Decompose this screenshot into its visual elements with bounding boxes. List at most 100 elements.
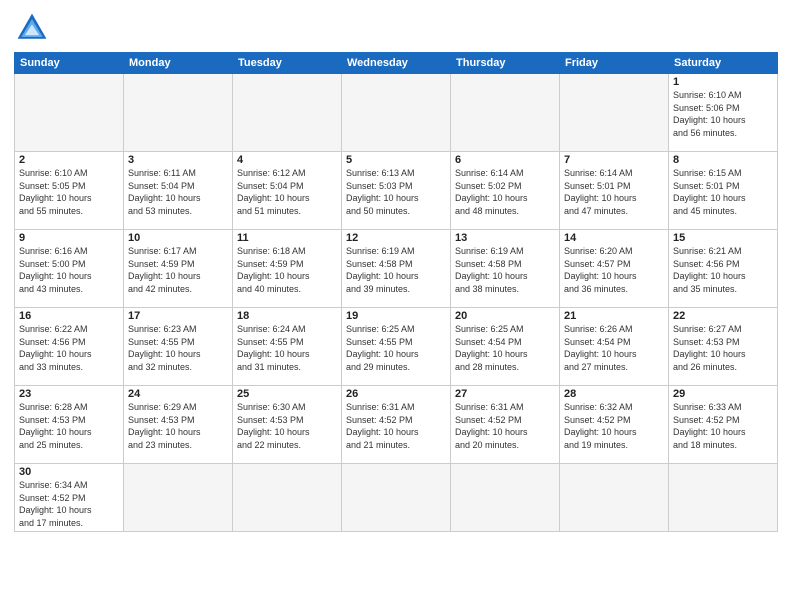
calendar-cell: 4Sunrise: 6:12 AM Sunset: 5:04 PM Daylig… bbox=[233, 152, 342, 230]
calendar-cell: 16Sunrise: 6:22 AM Sunset: 4:56 PM Dayli… bbox=[15, 308, 124, 386]
day-number: 30 bbox=[19, 466, 119, 478]
day-info: Sunrise: 6:10 AM Sunset: 5:06 PM Dayligh… bbox=[673, 89, 773, 139]
calendar-cell bbox=[124, 74, 233, 152]
day-number: 19 bbox=[346, 310, 446, 322]
day-number: 28 bbox=[564, 388, 664, 400]
calendar-cell: 23Sunrise: 6:28 AM Sunset: 4:53 PM Dayli… bbox=[15, 386, 124, 464]
calendar-cell: 8Sunrise: 6:15 AM Sunset: 5:01 PM Daylig… bbox=[669, 152, 778, 230]
logo-icon bbox=[14, 10, 50, 46]
calendar: SundayMondayTuesdayWednesdayThursdayFrid… bbox=[14, 52, 778, 532]
day-number: 8 bbox=[673, 154, 773, 166]
day-number: 10 bbox=[128, 232, 228, 244]
calendar-cell: 3Sunrise: 6:11 AM Sunset: 5:04 PM Daylig… bbox=[124, 152, 233, 230]
day-number: 15 bbox=[673, 232, 773, 244]
day-number: 2 bbox=[19, 154, 119, 166]
day-info: Sunrise: 6:14 AM Sunset: 5:02 PM Dayligh… bbox=[455, 167, 555, 217]
calendar-cell: 7Sunrise: 6:14 AM Sunset: 5:01 PM Daylig… bbox=[560, 152, 669, 230]
day-info: Sunrise: 6:25 AM Sunset: 4:55 PM Dayligh… bbox=[346, 323, 446, 373]
day-info: Sunrise: 6:13 AM Sunset: 5:03 PM Dayligh… bbox=[346, 167, 446, 217]
calendar-cell bbox=[669, 464, 778, 532]
day-number: 26 bbox=[346, 388, 446, 400]
day-number: 9 bbox=[19, 232, 119, 244]
day-number: 17 bbox=[128, 310, 228, 322]
calendar-cell: 24Sunrise: 6:29 AM Sunset: 4:53 PM Dayli… bbox=[124, 386, 233, 464]
day-number: 12 bbox=[346, 232, 446, 244]
calendar-cell bbox=[342, 74, 451, 152]
day-info: Sunrise: 6:12 AM Sunset: 5:04 PM Dayligh… bbox=[237, 167, 337, 217]
calendar-cell bbox=[233, 74, 342, 152]
calendar-cell: 14Sunrise: 6:20 AM Sunset: 4:57 PM Dayli… bbox=[560, 230, 669, 308]
day-info: Sunrise: 6:17 AM Sunset: 4:59 PM Dayligh… bbox=[128, 245, 228, 295]
calendar-cell: 17Sunrise: 6:23 AM Sunset: 4:55 PM Dayli… bbox=[124, 308, 233, 386]
day-number: 18 bbox=[237, 310, 337, 322]
calendar-cell bbox=[233, 464, 342, 532]
day-info: Sunrise: 6:21 AM Sunset: 4:56 PM Dayligh… bbox=[673, 245, 773, 295]
day-info: Sunrise: 6:31 AM Sunset: 4:52 PM Dayligh… bbox=[346, 401, 446, 451]
day-info: Sunrise: 6:26 AM Sunset: 4:54 PM Dayligh… bbox=[564, 323, 664, 373]
weekday-header-wednesday: Wednesday bbox=[342, 53, 451, 74]
day-number: 21 bbox=[564, 310, 664, 322]
calendar-cell: 25Sunrise: 6:30 AM Sunset: 4:53 PM Dayli… bbox=[233, 386, 342, 464]
calendar-week-row: 16Sunrise: 6:22 AM Sunset: 4:56 PM Dayli… bbox=[15, 308, 778, 386]
day-info: Sunrise: 6:29 AM Sunset: 4:53 PM Dayligh… bbox=[128, 401, 228, 451]
day-number: 13 bbox=[455, 232, 555, 244]
day-number: 16 bbox=[19, 310, 119, 322]
calendar-cell: 26Sunrise: 6:31 AM Sunset: 4:52 PM Dayli… bbox=[342, 386, 451, 464]
calendar-cell: 15Sunrise: 6:21 AM Sunset: 4:56 PM Dayli… bbox=[669, 230, 778, 308]
day-number: 20 bbox=[455, 310, 555, 322]
day-info: Sunrise: 6:19 AM Sunset: 4:58 PM Dayligh… bbox=[455, 245, 555, 295]
day-info: Sunrise: 6:32 AM Sunset: 4:52 PM Dayligh… bbox=[564, 401, 664, 451]
day-info: Sunrise: 6:34 AM Sunset: 4:52 PM Dayligh… bbox=[19, 479, 119, 529]
weekday-header-friday: Friday bbox=[560, 53, 669, 74]
calendar-week-row: 2Sunrise: 6:10 AM Sunset: 5:05 PM Daylig… bbox=[15, 152, 778, 230]
day-info: Sunrise: 6:25 AM Sunset: 4:54 PM Dayligh… bbox=[455, 323, 555, 373]
calendar-week-row: 1Sunrise: 6:10 AM Sunset: 5:06 PM Daylig… bbox=[15, 74, 778, 152]
weekday-header-tuesday: Tuesday bbox=[233, 53, 342, 74]
day-info: Sunrise: 6:31 AM Sunset: 4:52 PM Dayligh… bbox=[455, 401, 555, 451]
day-number: 4 bbox=[237, 154, 337, 166]
calendar-cell: 19Sunrise: 6:25 AM Sunset: 4:55 PM Dayli… bbox=[342, 308, 451, 386]
calendar-cell: 2Sunrise: 6:10 AM Sunset: 5:05 PM Daylig… bbox=[15, 152, 124, 230]
day-number: 27 bbox=[455, 388, 555, 400]
weekday-header-monday: Monday bbox=[124, 53, 233, 74]
day-info: Sunrise: 6:23 AM Sunset: 4:55 PM Dayligh… bbox=[128, 323, 228, 373]
day-number: 5 bbox=[346, 154, 446, 166]
calendar-cell: 21Sunrise: 6:26 AM Sunset: 4:54 PM Dayli… bbox=[560, 308, 669, 386]
calendar-cell: 29Sunrise: 6:33 AM Sunset: 4:52 PM Dayli… bbox=[669, 386, 778, 464]
calendar-cell bbox=[124, 464, 233, 532]
weekday-header-sunday: Sunday bbox=[15, 53, 124, 74]
day-info: Sunrise: 6:22 AM Sunset: 4:56 PM Dayligh… bbox=[19, 323, 119, 373]
day-number: 23 bbox=[19, 388, 119, 400]
day-info: Sunrise: 6:33 AM Sunset: 4:52 PM Dayligh… bbox=[673, 401, 773, 451]
calendar-week-row: 23Sunrise: 6:28 AM Sunset: 4:53 PM Dayli… bbox=[15, 386, 778, 464]
calendar-week-row: 9Sunrise: 6:16 AM Sunset: 5:00 PM Daylig… bbox=[15, 230, 778, 308]
weekday-header-thursday: Thursday bbox=[451, 53, 560, 74]
day-info: Sunrise: 6:10 AM Sunset: 5:05 PM Dayligh… bbox=[19, 167, 119, 217]
day-info: Sunrise: 6:20 AM Sunset: 4:57 PM Dayligh… bbox=[564, 245, 664, 295]
day-number: 3 bbox=[128, 154, 228, 166]
day-number: 22 bbox=[673, 310, 773, 322]
day-info: Sunrise: 6:30 AM Sunset: 4:53 PM Dayligh… bbox=[237, 401, 337, 451]
day-info: Sunrise: 6:14 AM Sunset: 5:01 PM Dayligh… bbox=[564, 167, 664, 217]
day-info: Sunrise: 6:24 AM Sunset: 4:55 PM Dayligh… bbox=[237, 323, 337, 373]
logo bbox=[14, 10, 54, 46]
calendar-cell bbox=[451, 74, 560, 152]
calendar-cell: 28Sunrise: 6:32 AM Sunset: 4:52 PM Dayli… bbox=[560, 386, 669, 464]
calendar-cell: 9Sunrise: 6:16 AM Sunset: 5:00 PM Daylig… bbox=[15, 230, 124, 308]
calendar-cell: 11Sunrise: 6:18 AM Sunset: 4:59 PM Dayli… bbox=[233, 230, 342, 308]
calendar-cell: 20Sunrise: 6:25 AM Sunset: 4:54 PM Dayli… bbox=[451, 308, 560, 386]
day-number: 29 bbox=[673, 388, 773, 400]
calendar-cell: 1Sunrise: 6:10 AM Sunset: 5:06 PM Daylig… bbox=[669, 74, 778, 152]
day-info: Sunrise: 6:11 AM Sunset: 5:04 PM Dayligh… bbox=[128, 167, 228, 217]
calendar-cell: 30Sunrise: 6:34 AM Sunset: 4:52 PM Dayli… bbox=[15, 464, 124, 532]
calendar-cell: 27Sunrise: 6:31 AM Sunset: 4:52 PM Dayli… bbox=[451, 386, 560, 464]
calendar-cell: 12Sunrise: 6:19 AM Sunset: 4:58 PM Dayli… bbox=[342, 230, 451, 308]
calendar-cell: 22Sunrise: 6:27 AM Sunset: 4:53 PM Dayli… bbox=[669, 308, 778, 386]
calendar-cell: 18Sunrise: 6:24 AM Sunset: 4:55 PM Dayli… bbox=[233, 308, 342, 386]
calendar-cell bbox=[342, 464, 451, 532]
day-number: 1 bbox=[673, 76, 773, 88]
day-info: Sunrise: 6:15 AM Sunset: 5:01 PM Dayligh… bbox=[673, 167, 773, 217]
calendar-cell: 13Sunrise: 6:19 AM Sunset: 4:58 PM Dayli… bbox=[451, 230, 560, 308]
calendar-cell: 10Sunrise: 6:17 AM Sunset: 4:59 PM Dayli… bbox=[124, 230, 233, 308]
calendar-cell bbox=[560, 74, 669, 152]
